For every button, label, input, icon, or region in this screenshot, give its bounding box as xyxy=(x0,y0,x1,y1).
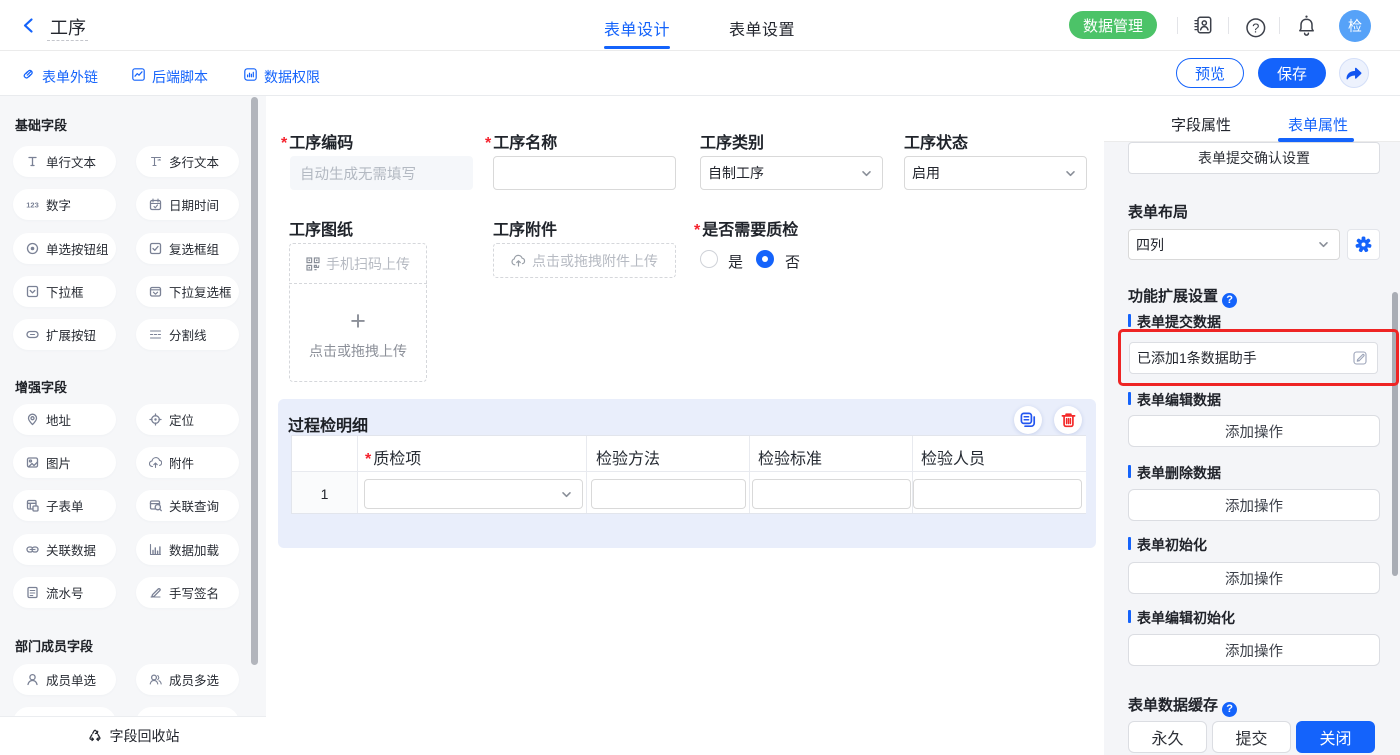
svg-text:123: 123 xyxy=(26,201,39,210)
svg-text:?: ? xyxy=(1252,20,1259,35)
